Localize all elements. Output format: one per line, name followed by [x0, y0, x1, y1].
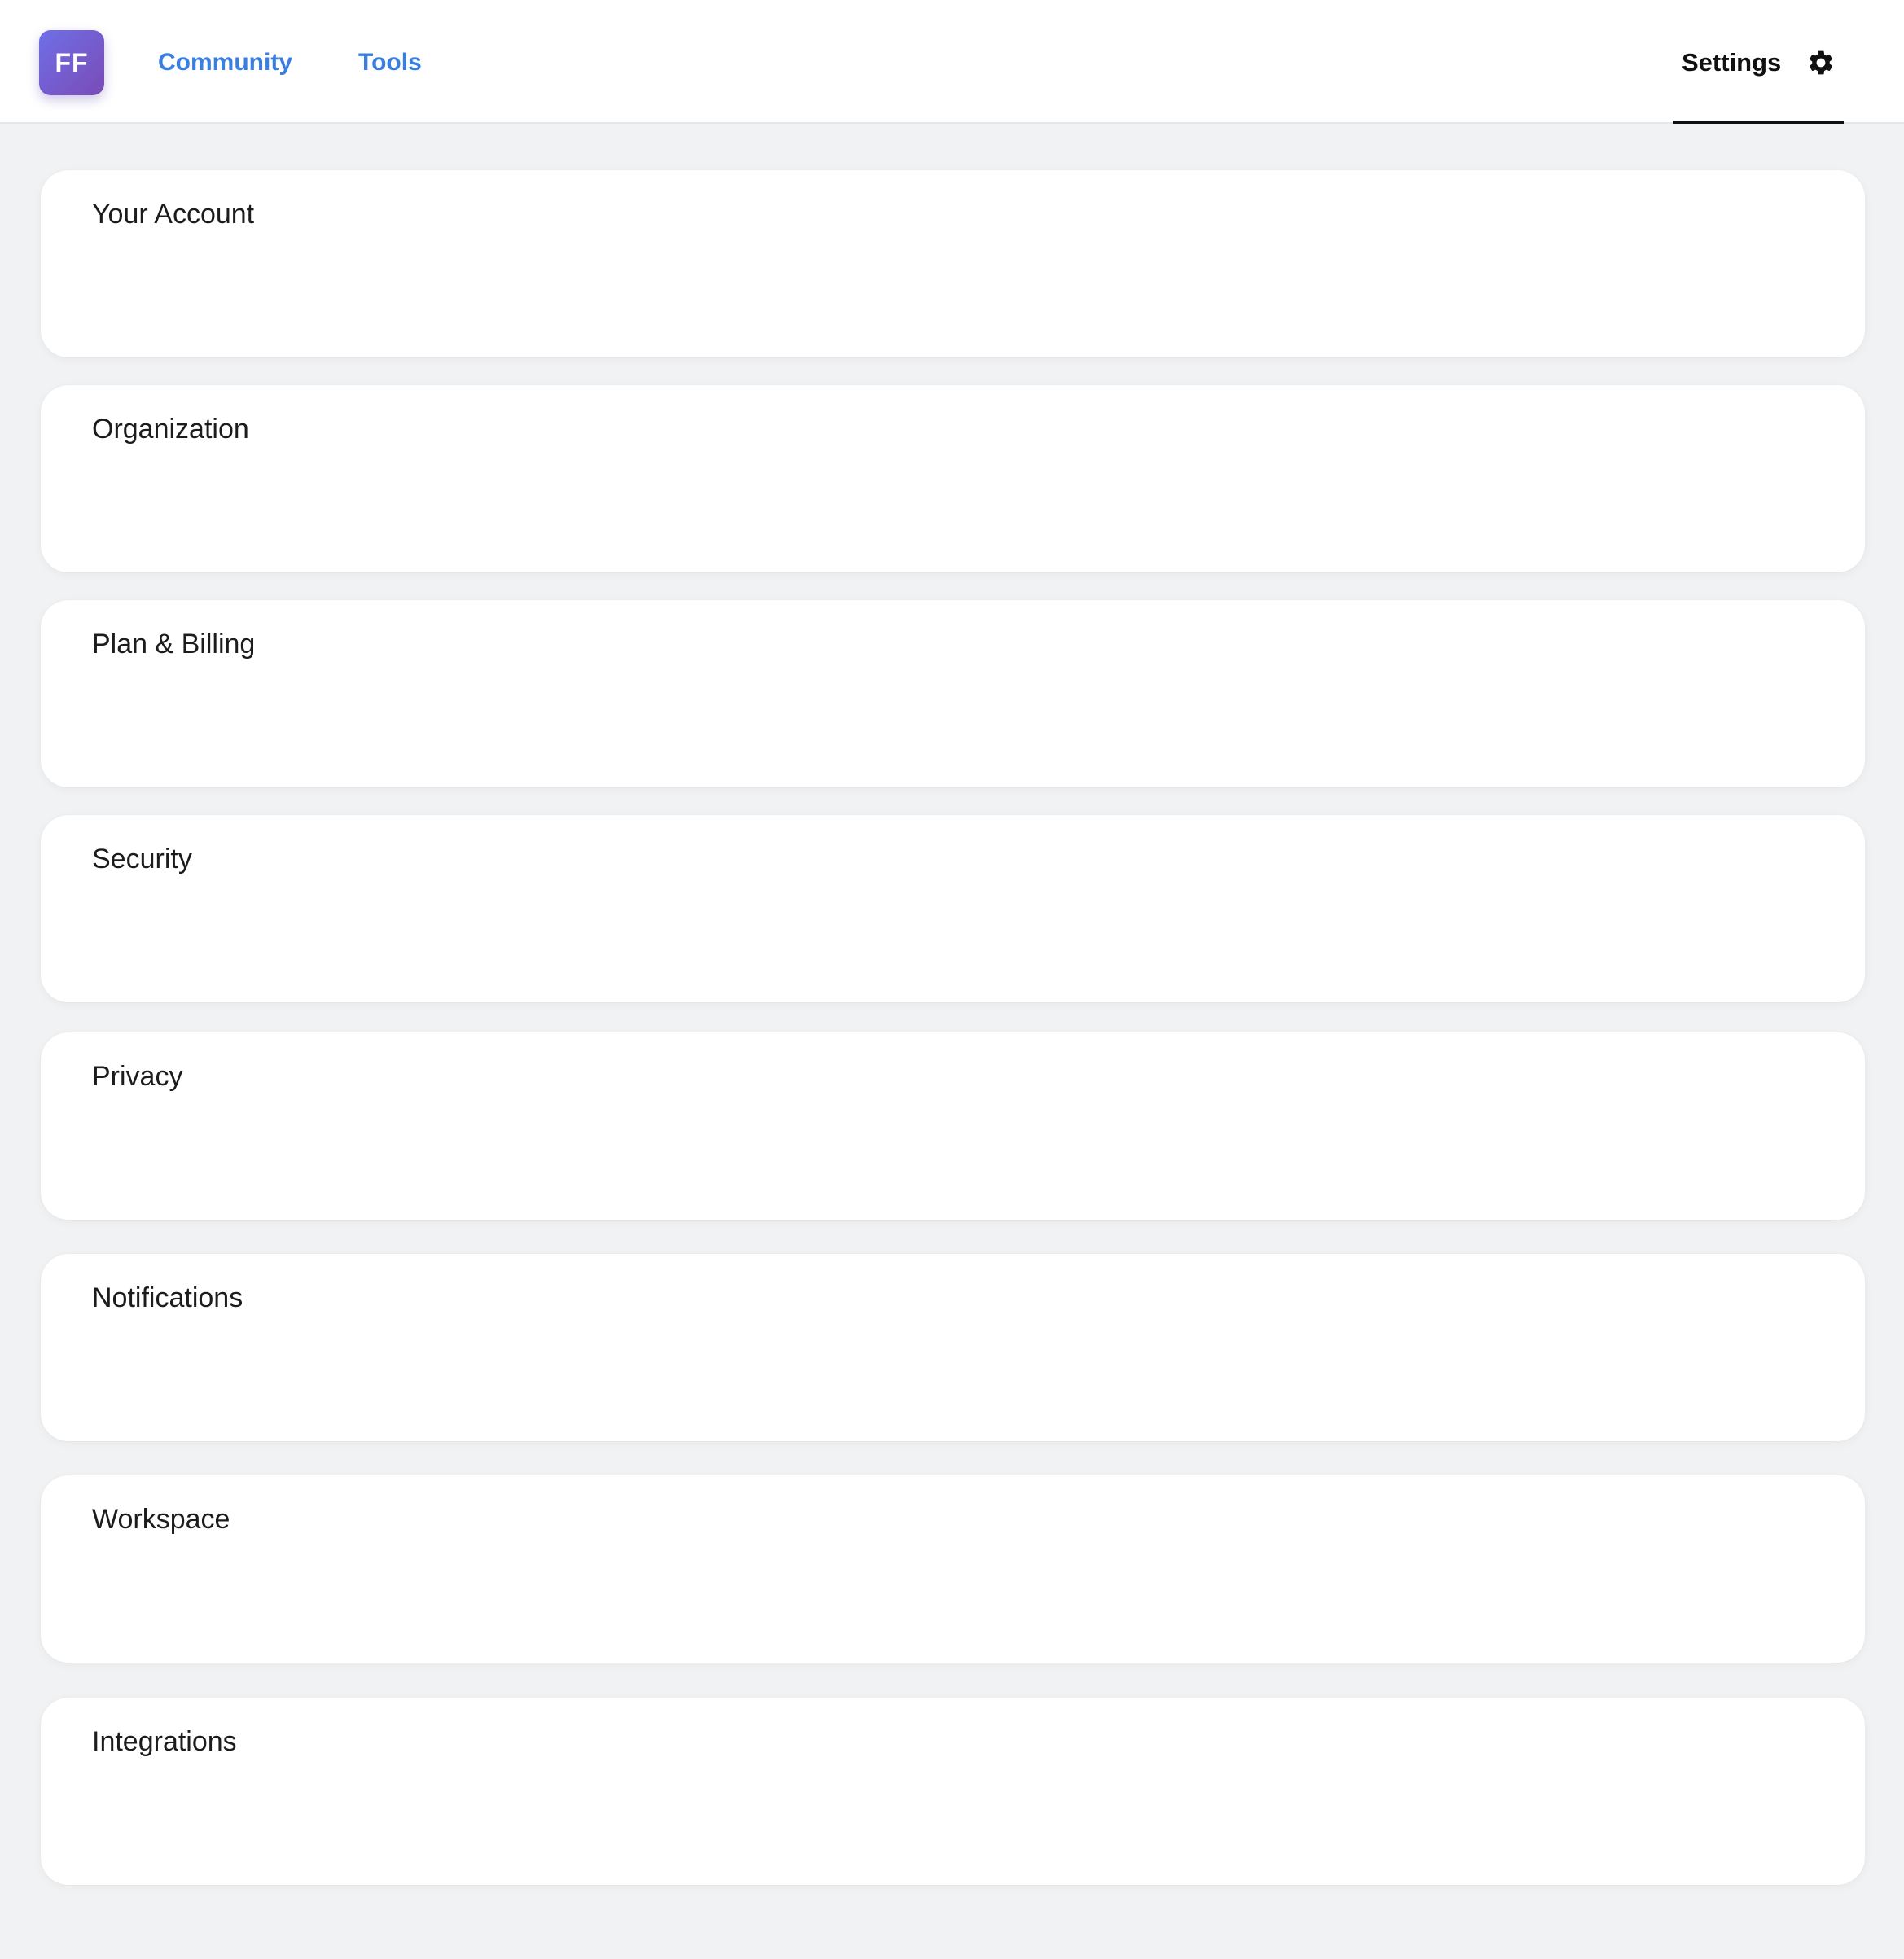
top-navigation-bar: FF Community Tools Settings: [0, 0, 1904, 124]
section-title: Workspace: [92, 1504, 230, 1535]
app-logo[interactable]: FF: [39, 30, 104, 95]
section-title: Your Account: [92, 199, 255, 230]
section-card-organization[interactable]: Organization: [41, 385, 1865, 572]
tab-settings[interactable]: Settings: [1673, 0, 1844, 124]
section-card-integrations[interactable]: Integrations: [41, 1698, 1865, 1885]
section-title: Plan & Billing: [92, 629, 256, 660]
settings-tab-label: Settings: [1682, 48, 1782, 77]
section-card-security[interactable]: Security: [41, 815, 1865, 1002]
nav-link-tools[interactable]: Tools: [358, 46, 422, 80]
section-title: Privacy: [92, 1061, 183, 1092]
section-card-privacy[interactable]: Privacy: [41, 1032, 1865, 1220]
section-card-notifications[interactable]: Notifications: [41, 1254, 1865, 1441]
nav-link-community[interactable]: Community: [158, 46, 292, 80]
section-title: Organization: [92, 414, 249, 445]
section-card-plan-billing[interactable]: Plan & Billing: [41, 600, 1865, 787]
section-title: Security: [92, 844, 192, 874]
section-card-your-account[interactable]: Your Account: [41, 170, 1865, 357]
section-title: Integrations: [92, 1726, 237, 1757]
section-card-workspace[interactable]: Workspace: [41, 1475, 1865, 1663]
section-title: Notifications: [92, 1282, 243, 1313]
gear-icon[interactable]: [1806, 48, 1836, 77]
